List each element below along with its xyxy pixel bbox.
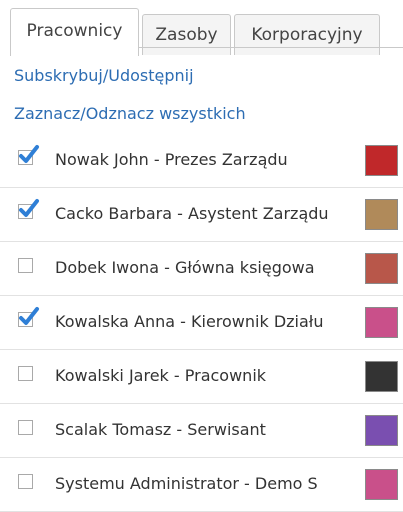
list-item: Scalak Tomasz - Serwisant: [0, 404, 403, 458]
color-swatch[interactable]: [365, 469, 398, 500]
list-item: Cacko Barbara - Asystent Zarządu: [0, 188, 403, 242]
employee-checkbox[interactable]: [18, 474, 33, 489]
employee-checkbox[interactable]: [18, 366, 33, 381]
employee-name[interactable]: Dobek Iwona - Główna księgowa: [55, 256, 358, 280]
tab-bar: Pracownicy Zasoby Korporacyjny: [10, 8, 403, 56]
list-item: Systemu Administrator - Demo S: [0, 458, 403, 512]
employee-name[interactable]: Systemu Administrator - Demo S: [55, 472, 358, 496]
employee-name[interactable]: Kowalska Anna - Kierownik Działu: [55, 310, 358, 334]
color-swatch[interactable]: [365, 307, 398, 338]
color-swatch[interactable]: [365, 199, 398, 230]
employee-panel: Pracownicy Zasoby Korporacyjny Subskrybu…: [0, 0, 403, 512]
tab-zasoby[interactable]: Zasoby: [142, 14, 231, 55]
color-swatch[interactable]: [365, 415, 398, 446]
tab-korporacyjny[interactable]: Korporacyjny: [234, 14, 380, 55]
color-swatch[interactable]: [365, 145, 398, 176]
employee-checkbox[interactable]: [18, 420, 33, 435]
tab-pracownicy[interactable]: Pracownicy: [10, 8, 139, 56]
checkmark-icon: [19, 307, 39, 325]
employee-checkbox[interactable]: [18, 307, 39, 327]
employee-checkbox[interactable]: [18, 199, 39, 219]
employee-name[interactable]: Scalak Tomasz - Serwisant: [55, 418, 358, 442]
list-item: Dobek Iwona - Główna księgowa: [0, 242, 403, 296]
color-swatch[interactable]: [365, 361, 398, 392]
employee-checkbox[interactable]: [18, 145, 39, 165]
list-item: Nowak John - Prezes Zarządu: [0, 134, 403, 188]
checkmark-icon: [19, 199, 39, 217]
color-swatch[interactable]: [365, 253, 398, 284]
list-item: Kowalska Anna - Kierownik Działu: [0, 296, 403, 350]
employee-name[interactable]: Cacko Barbara - Asystent Zarządu: [55, 202, 358, 226]
employee-name[interactable]: Kowalski Jarek - Pracownik: [55, 364, 358, 388]
list-item: Kowalski Jarek - Pracownik: [0, 350, 403, 404]
subscribe-share-link[interactable]: Subskrybuj/Udostępnij: [14, 66, 194, 85]
checkmark-icon: [19, 145, 39, 163]
employee-name[interactable]: Nowak John - Prezes Zarządu: [55, 148, 358, 172]
select-all-link[interactable]: Zaznacz/Odznacz wszystkich: [14, 104, 246, 123]
employee-checkbox[interactable]: [18, 258, 33, 273]
